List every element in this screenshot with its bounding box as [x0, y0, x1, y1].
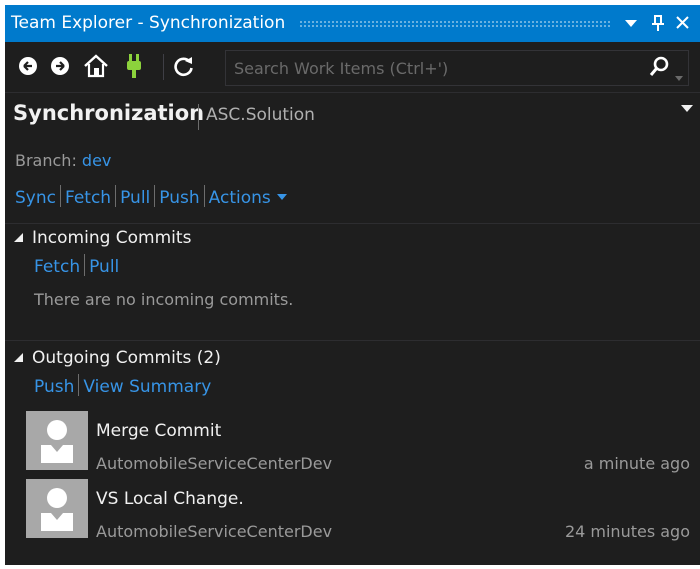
- actions-menu-link[interactable]: Actions: [209, 188, 271, 208]
- link-separator: [59, 185, 61, 207]
- incoming-empty-message: There are no incoming commits.: [34, 290, 294, 309]
- branch-link[interactable]: dev: [82, 151, 111, 170]
- link-separator: [154, 185, 156, 207]
- toolbar-separator: [163, 54, 164, 80]
- outgoing-commits-header[interactable]: Outgoing Commits (2): [13, 348, 221, 368]
- window-title: Team Explorer - Synchronization: [11, 13, 286, 33]
- incoming-commits-title: Incoming Commits: [32, 228, 192, 248]
- branch-label: Branch:: [15, 151, 77, 170]
- home-icon[interactable]: [83, 54, 109, 82]
- outgoing-commits-title: Outgoing Commits (2): [32, 348, 221, 368]
- section-divider: [5, 223, 700, 224]
- search-icon[interactable]: [649, 56, 669, 82]
- commit-time: a minute ago: [583, 454, 690, 473]
- commit-title: Merge Commit: [96, 421, 222, 441]
- action-links: Sync Fetch Pull Push Actions: [15, 185, 287, 208]
- expander-icon[interactable]: [13, 352, 24, 363]
- page-menu-chevron-icon[interactable]: [681, 105, 693, 112]
- avatar: [26, 479, 88, 538]
- commit-list-item[interactable]: VS Local Change. AutomobileServiceCenter…: [5, 476, 700, 542]
- search-box[interactable]: [225, 50, 689, 86]
- link-separator: [84, 254, 86, 276]
- search-input[interactable]: [234, 57, 634, 79]
- outgoing-links: Push View Summary: [34, 374, 211, 397]
- push-link[interactable]: Push: [159, 188, 199, 208]
- team-explorer-panel: Team Explorer - Synchronization Search W…: [5, 5, 700, 565]
- fetch-link[interactable]: Fetch: [65, 188, 111, 208]
- connect-icon[interactable]: [125, 53, 143, 83]
- commit-author: AutomobileServiceCenterDev: [96, 454, 333, 473]
- commit-author: AutomobileServiceCenterDev: [96, 522, 333, 541]
- commit-title: VS Local Change.: [96, 489, 244, 509]
- search-options-chevron-icon[interactable]: [675, 66, 683, 85]
- pull-link[interactable]: Pull: [120, 188, 150, 208]
- section-divider: [5, 340, 700, 341]
- page-context: ASC.Solution: [206, 105, 315, 125]
- branch-row: Branch: dev: [15, 151, 111, 170]
- link-separator: [115, 185, 117, 207]
- pin-icon[interactable]: [647, 11, 669, 38]
- view-summary-link[interactable]: View Summary: [83, 377, 211, 397]
- incoming-fetch-link[interactable]: Fetch: [34, 257, 80, 277]
- commit-time: 24 minutes ago: [564, 522, 690, 541]
- toolbar: [5, 42, 700, 93]
- close-icon[interactable]: [671, 11, 693, 36]
- page-title: Synchronization: [13, 101, 205, 125]
- commit-list-item[interactable]: Merge Commit AutomobileServiceCenterDev …: [5, 408, 700, 474]
- forward-icon[interactable]: [51, 57, 69, 75]
- refresh-icon[interactable]: [173, 55, 195, 81]
- avatar: [26, 411, 88, 470]
- incoming-links: Fetch Pull: [34, 254, 119, 277]
- chevron-down-icon[interactable]: [620, 11, 642, 35]
- link-separator: [203, 185, 205, 207]
- page-title-divider: [198, 104, 199, 130]
- back-icon[interactable]: [19, 57, 37, 75]
- chevron-down-icon[interactable]: [276, 194, 287, 200]
- outgoing-push-link[interactable]: Push: [34, 377, 74, 397]
- incoming-commits-header[interactable]: Incoming Commits: [13, 228, 191, 248]
- title-bar[interactable]: Team Explorer - Synchronization: [5, 5, 700, 42]
- sync-link[interactable]: Sync: [15, 188, 56, 208]
- link-separator: [78, 374, 80, 396]
- title-bar-grip[interactable]: [299, 20, 611, 28]
- incoming-pull-link[interactable]: Pull: [89, 257, 119, 277]
- expander-icon[interactable]: [13, 232, 24, 243]
